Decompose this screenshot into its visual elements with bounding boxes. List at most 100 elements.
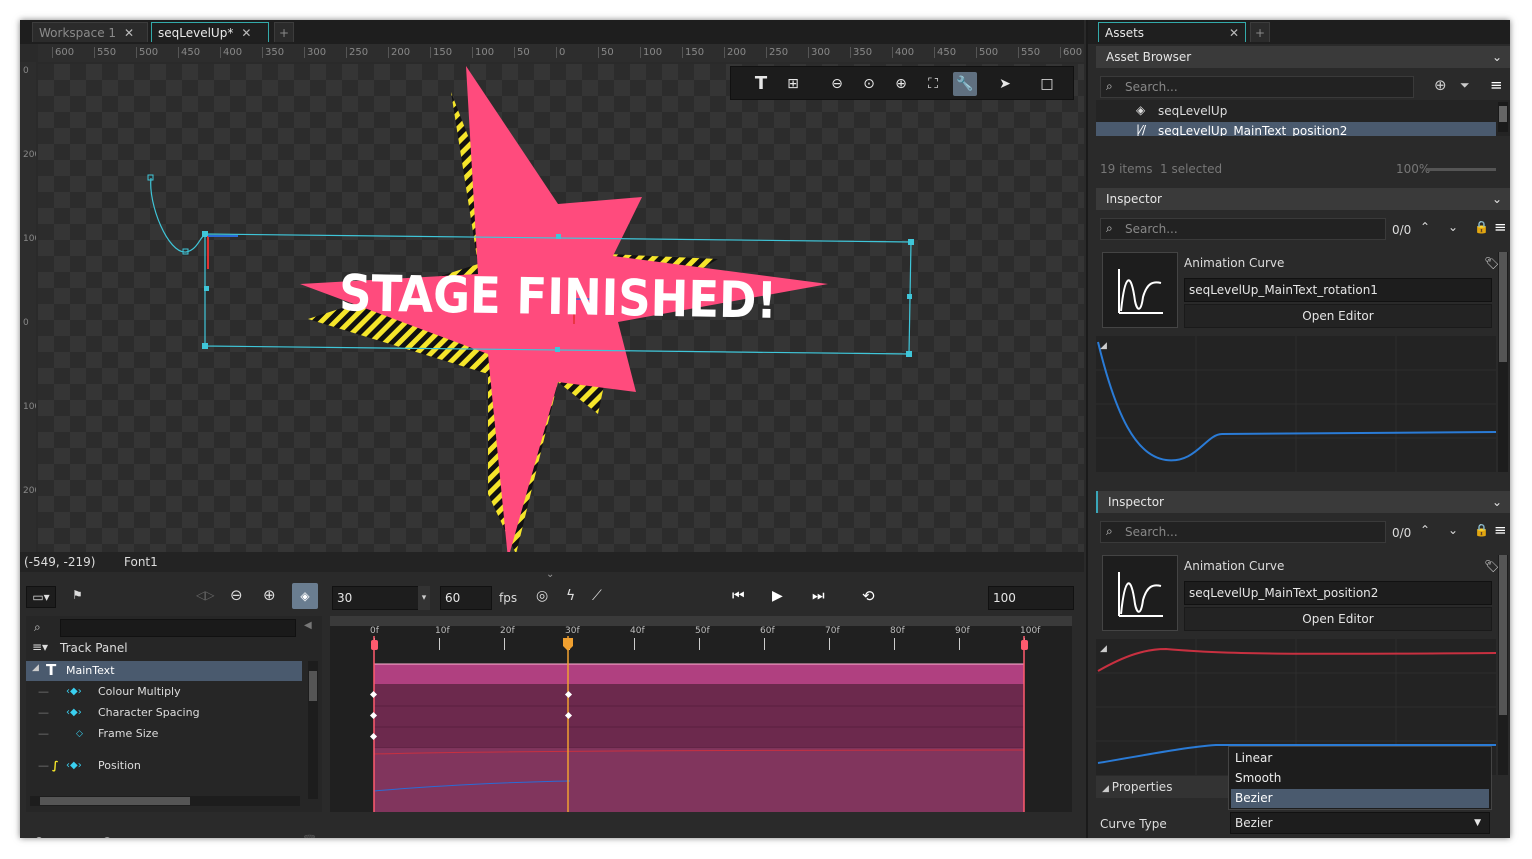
inspector2-scrollbar[interactable] xyxy=(1498,555,1508,775)
track-row-maintext[interactable]: ◢ T MainText xyxy=(26,661,302,681)
ruler-tick-label: 100 xyxy=(472,47,494,58)
chevron-up-icon[interactable]: ⌃ xyxy=(1420,220,1430,234)
asset-scrollbar[interactable] xyxy=(1498,102,1508,132)
menu-icon[interactable]: ≡ xyxy=(1494,218,1507,236)
app-window: Workspace 1 ✕ seqLevelUp* ✕ + 600 550 500 450… xyxy=(20,20,1510,838)
add-asset-icon[interactable]: ⊕ xyxy=(1434,76,1447,94)
grid-icon[interactable]: ⊞ xyxy=(781,72,805,96)
inspector2-header[interactable]: Inspector ⌄ xyxy=(1096,491,1510,513)
close-icon[interactable]: ✕ xyxy=(1229,23,1239,43)
track-menu-icon[interactable]: ≡▾ xyxy=(32,640,48,654)
track-h-scrollbar[interactable] xyxy=(30,796,300,806)
add-key-icon[interactable]: ⊕ xyxy=(263,586,276,604)
chevron-down-icon[interactable]: ⌄ xyxy=(1492,188,1502,210)
curve-track-icon: ∫ xyxy=(52,759,59,772)
asset-item-selected[interactable]: |⁄/ seqLevelUp_MainText_position2 xyxy=(1096,122,1496,136)
room-canvas[interactable]: STAGE FINISHED! xyxy=(38,64,1084,552)
zoom-slider[interactable] xyxy=(1426,168,1496,171)
menu-icon[interactable]: ≡ xyxy=(1494,521,1507,539)
skip-forward-icon[interactable]: ⏭ xyxy=(812,588,825,604)
zoom-out-icon[interactable]: ⊖ xyxy=(825,72,849,96)
lock-icon[interactable]: 🔒 xyxy=(1474,523,1489,537)
rectangle-icon[interactable]: □ xyxy=(1035,72,1059,96)
curve-type-select[interactable]: Bezier ▼ xyxy=(1230,812,1490,834)
open-editor-button[interactable]: Open Editor xyxy=(1184,304,1492,328)
option-bezier[interactable]: Bezier xyxy=(1231,789,1489,808)
asset-search-input[interactable]: Search... xyxy=(1100,76,1414,98)
asset-browser-header[interactable]: Asset Browser ⌄ xyxy=(1096,46,1510,68)
tab-assets[interactable]: Assets ✕ xyxy=(1098,22,1246,42)
properties-header[interactable]: ◢ Properties xyxy=(1096,776,1232,798)
track-row-frame-size[interactable]: — ◇ Frame Size xyxy=(34,724,314,744)
inspector2-name-field[interactable]: seqLevelUp_MainText_position2 xyxy=(1184,581,1492,605)
skip-back-icon[interactable]: ⏮ xyxy=(732,588,745,604)
loop-icon[interactable]: ⟲ xyxy=(862,587,875,605)
chevron-down-icon[interactable]: ⌄ xyxy=(1492,46,1502,68)
close-icon[interactable]: ✕ xyxy=(241,26,251,40)
add-tab-button[interactable]: + xyxy=(1250,22,1270,42)
add-track-icon[interactable]: ⊕ xyxy=(34,834,44,838)
play-icon[interactable]: ▶ xyxy=(772,588,783,604)
add-tab-button[interactable]: + xyxy=(274,22,294,42)
chevron-down-icon[interactable]: ⌄ xyxy=(1448,220,1458,234)
lightning-icon[interactable]: ϟ xyxy=(566,588,575,604)
keyframe-nav-icon[interactable]: ‹◆› xyxy=(66,756,82,776)
tag-icon[interactable]: 🏷 xyxy=(1484,559,1499,573)
chevron-down-icon[interactable]: ▼ xyxy=(1474,813,1481,833)
track-scrollbar[interactable] xyxy=(308,661,318,799)
curve-graph-icon[interactable]: ⟋ xyxy=(592,588,602,604)
mask-icon[interactable]: ◐ xyxy=(102,834,112,838)
inspector1-search-input[interactable]: Search... xyxy=(1100,218,1386,240)
track-row-spacing[interactable]: — ‹◆› Character Spacing xyxy=(34,703,314,723)
cursor-icon[interactable]: ➤ xyxy=(993,72,1017,96)
chevron-up-icon[interactable]: ⌃ xyxy=(1420,523,1430,537)
chevron-down-icon[interactable]: ⌄ xyxy=(1448,523,1458,537)
folder-icon[interactable]: ▬ xyxy=(136,834,147,838)
end-frame-input[interactable]: 100 xyxy=(988,586,1074,610)
inspector2-search-input[interactable]: Search... xyxy=(1100,521,1386,543)
remove-key-icon[interactable]: ⊖ xyxy=(230,586,243,604)
flag-icon[interactable]: ⚑ xyxy=(72,588,83,602)
track-row-colour[interactable]: — ‹◆› Colour Multiply xyxy=(34,682,314,702)
tab-sequence[interactable]: seqLevelUp* ✕ xyxy=(151,22,269,42)
tab-workspace[interactable]: Workspace 1 ✕ xyxy=(32,22,148,42)
curve-thumbnail xyxy=(1102,252,1178,328)
wrench-icon[interactable]: 🔧 xyxy=(953,72,977,96)
tag-icon[interactable]: 🏷 xyxy=(1484,256,1499,270)
dopesheet[interactable]: 0f 10f 20f 30f 40f 50f 60f 70f 80f 90f 100f xyxy=(330,616,1072,812)
inspector1-type: Animation Curve xyxy=(1184,256,1285,270)
chevron-down-icon[interactable]: ⌄ xyxy=(1492,491,1502,513)
asset-footer: 19 items 1 selected 100% xyxy=(1096,160,1510,178)
zoom-in-icon[interactable]: ⊕ xyxy=(889,72,913,96)
frame-stepper[interactable]: ▾ xyxy=(418,586,430,610)
delete-icon[interactable]: 🗑 xyxy=(302,834,317,838)
fit-screen-icon[interactable]: ⛶ xyxy=(921,72,945,96)
fps-input[interactable]: 60 xyxy=(440,586,492,610)
open-editor-button[interactable]: Open Editor xyxy=(1184,607,1492,631)
track-row-position[interactable]: — ∫ ‹◆› Position xyxy=(34,756,314,776)
zoom-reset-icon[interactable]: ⊙ xyxy=(857,72,881,96)
text-tool-icon[interactable]: T xyxy=(749,72,773,96)
clip-icon[interactable]: ▰ xyxy=(68,834,77,838)
option-linear[interactable]: Linear xyxy=(1231,749,1489,768)
keyframe-nav-icon[interactable]: ‹◆› xyxy=(66,682,82,702)
view-dropdown[interactable]: ▭▾ xyxy=(26,586,56,608)
inspector1-scrollbar[interactable] xyxy=(1498,252,1508,472)
filter-icon[interactable]: ⏷ xyxy=(1460,78,1470,93)
inspector1-name-field[interactable]: seqLevelUp_MainText_rotation1 xyxy=(1184,278,1492,302)
prev-keyframe-icon[interactable]: ◁▷ xyxy=(196,588,214,602)
curve-thumbnail xyxy=(1102,555,1178,631)
lock-icon[interactable]: 🔒 xyxy=(1474,220,1489,234)
option-smooth[interactable]: Smooth xyxy=(1231,769,1489,788)
close-icon[interactable]: ✕ xyxy=(124,26,134,40)
keyframe-nav-icon[interactable]: ‹◆› xyxy=(66,703,82,723)
inspector1-header[interactable]: Inspector ⌄ xyxy=(1096,188,1510,210)
ruler-tick-label: 350 xyxy=(850,47,872,58)
track-search-input[interactable] xyxy=(60,619,296,637)
snap-icon[interactable]: ◎ xyxy=(536,588,548,604)
asset-item[interactable]: ◈ seqLevelUp xyxy=(1096,102,1496,120)
frame-input[interactable]: 30 xyxy=(332,586,430,610)
menu-icon[interactable]: ≡ xyxy=(1490,76,1503,94)
collapse-left-icon[interactable]: ◀ xyxy=(304,620,312,631)
record-key-icon[interactable]: ◈ xyxy=(292,583,318,609)
